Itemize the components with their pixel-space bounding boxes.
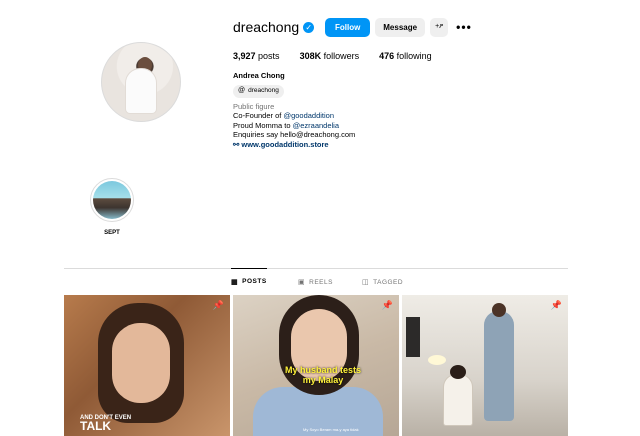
post-caption-overlay: My husband tests my Malay [284,365,361,385]
external-link[interactable]: ⚯ www.goodaddition.store [233,140,355,150]
post-image-person [484,303,514,421]
followers-label: followers [323,51,360,61]
verified-badge-icon: ✓ [303,21,315,33]
post-thumbnail[interactable]: 📌 My husband tests my Malay My Soyo Bera… [233,295,399,436]
pinned-icon: 📌 [212,300,224,310]
profile-header-row: dreachong ✓ Follow Message +ዖ ••• [233,17,472,37]
followers-count: 308K [299,51,322,61]
add-user-icon[interactable]: +ዖ [430,17,449,37]
tab-posts[interactable]: ▦ POSTS [231,268,267,294]
post-image-head [492,303,506,317]
profile-avatar[interactable] [101,42,181,122]
following-count: 476 [379,51,395,61]
threads-icon: @ [238,87,246,95]
story-highlight-sept[interactable] [90,178,134,222]
tab-tagged-label: TAGGED [373,278,404,286]
posts-count: 3,927 [233,51,256,61]
tagged-icon: ◫ [362,279,370,286]
following-label: following [396,51,432,61]
username: dreachong [233,19,300,35]
post-subtitle-overlay: My Soyo Beram ma-y aya tidak [303,427,359,432]
post-image-lamp [428,355,446,365]
post-thumbnail[interactable]: 📌 [402,295,568,436]
highlight-cover-image [93,181,131,219]
posts-label: posts [258,51,280,61]
bio-line-enquiries: Enquiries say hello@dreachong.com [233,130,356,139]
tab-reels-label: REELS [309,278,333,286]
external-link-text: www.goodaddition.store [241,139,329,149]
bio-line-cofounder: Co-Founder of @goodaddition [233,111,355,121]
full-name: Andrea Chong [233,71,285,80]
post-thumbnail[interactable]: 📌 AND DON'T EVEN TALK [64,295,230,436]
tab-posts-label: POSTS [242,278,267,285]
mention-ezraandelia[interactable]: @ezraandelia [293,121,339,130]
highlight-label: SEPT [104,230,120,236]
posts-stat: 3,927 posts [233,51,280,61]
link-icon: ⚯ [233,139,240,149]
bio-line-momma: Proud Momma to @ezraandelia [233,121,355,131]
profile-category: Public figure [233,101,275,111]
post-image-child [444,365,472,425]
reels-icon: ▣ [298,279,306,286]
post-image-head [450,365,466,379]
tab-reels[interactable]: ▣ REELS [298,269,333,295]
bio-line-cofounder-text: Co-Founder of [233,111,284,120]
post-caption-big: TALK [80,419,112,433]
pinned-icon: 📌 [550,300,562,310]
threads-badge[interactable]: @ dreachong [233,84,284,98]
post-image-artwork [406,317,420,357]
pinned-icon: 📌 [381,300,393,310]
avatar-figure-shape [126,69,156,113]
grid-icon: ▦ [231,278,239,286]
bio-line-momma-text: Proud Momma to [233,120,293,130]
followers-stat[interactable]: 308K followers [300,51,360,61]
profile-stats: 3,927 posts 308K followers 476 following [233,51,452,61]
post-image-face [112,323,170,403]
following-stat[interactable]: 476 following [379,51,432,61]
profile-tabs: ▦ POSTS ▣ REELS ◫ TAGGED [64,268,568,295]
more-options-icon[interactable]: ••• [456,21,472,33]
posts-grid: 📌 AND DON'T EVEN TALK 📌 My husband tests… [64,295,568,436]
threads-handle: dreachong [248,87,279,95]
follow-button[interactable]: Follow [325,17,371,37]
message-button[interactable]: Message [375,17,426,37]
post-caption-overlay: AND DON'T EVEN TALK [80,415,131,432]
tab-tagged[interactable]: ◫ TAGGED [362,269,403,295]
profile-bio: Andrea Chong @ dreachong Public figure C… [233,71,355,149]
post-image-person [98,303,184,423]
mention-goodaddition[interactable]: @goodaddition [283,111,334,120]
